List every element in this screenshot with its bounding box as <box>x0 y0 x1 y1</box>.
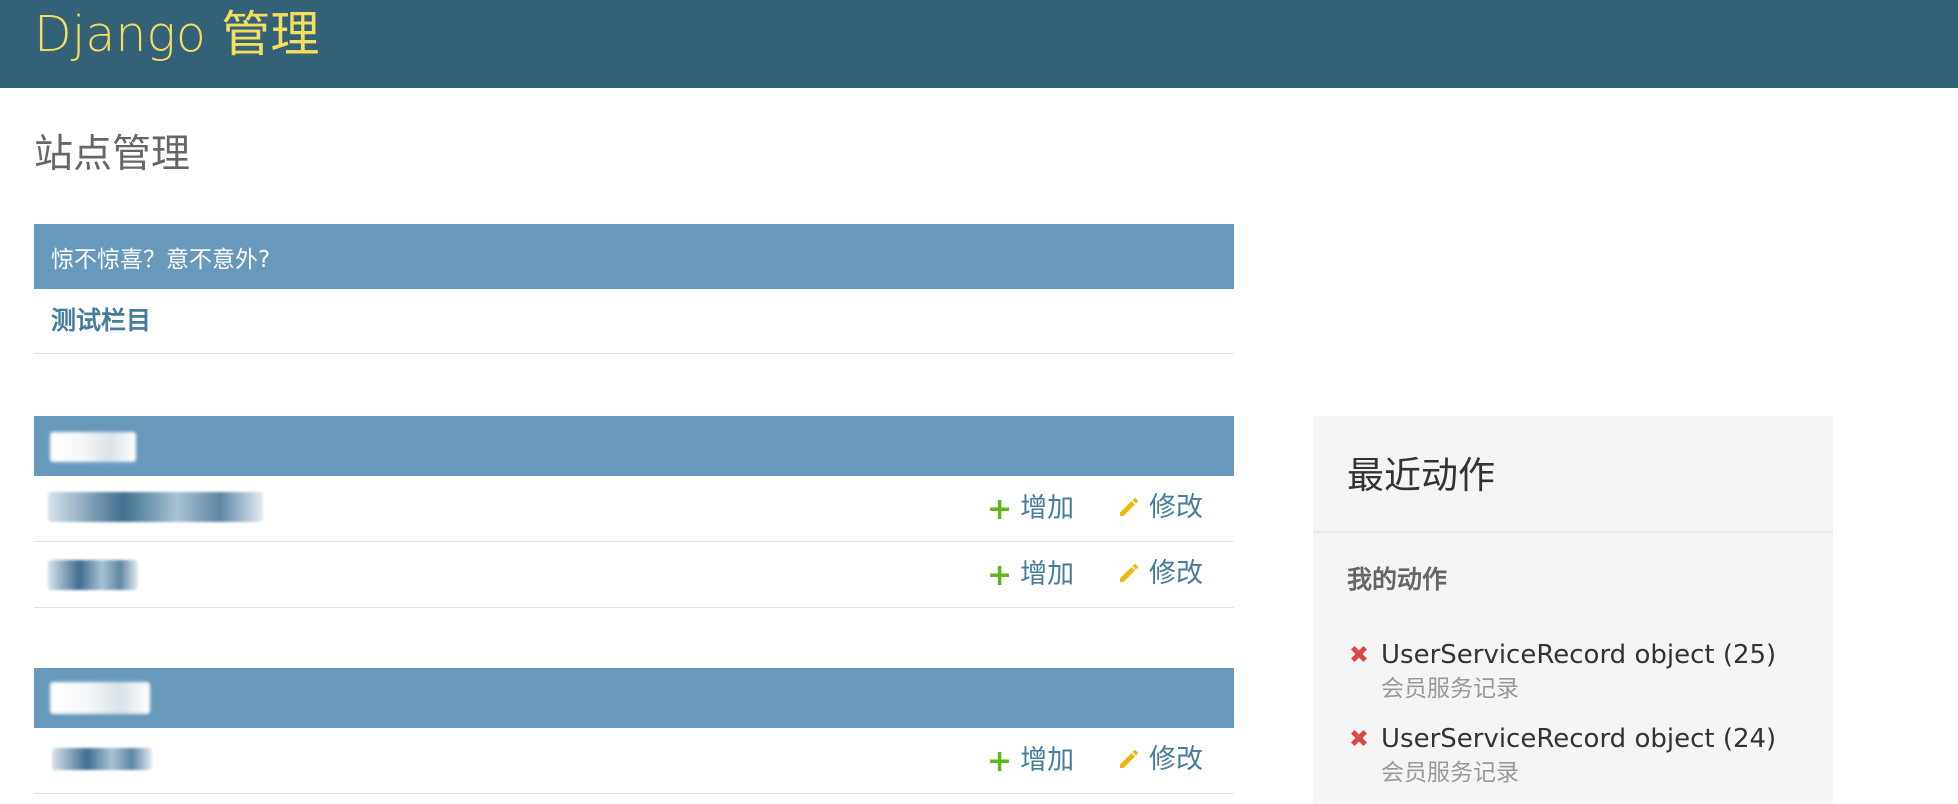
model-link[interactable]: 测试栏目 <box>51 289 151 353</box>
action-item: UserServiceRecord object (25) 会员服务记录 <box>1347 636 1827 706</box>
plus-icon: + <box>987 744 1013 779</box>
model-row: + 增加 修改 <box>34 728 1234 794</box>
my-actions-heading: 我的动作 <box>1347 565 1448 594</box>
divider <box>1313 531 1833 533</box>
app-module-2: + 增加 修改 + 增加 修改 <box>34 416 1234 608</box>
action-content-type: 会员服务记录 <box>1381 760 1519 786</box>
pencil-icon <box>1120 749 1138 768</box>
module-caption[interactable]: 惊不惊喜？意不意外? <box>34 224 1234 289</box>
module-caption[interactable] <box>34 668 1234 728</box>
app-module-3: + 增加 修改 <box>34 668 1234 804</box>
model-row: + 增加 修改 <box>34 542 1234 608</box>
redacted-caption <box>50 432 136 462</box>
model-row: + 增加 修改 <box>34 476 1234 542</box>
redacted-model-name <box>48 492 263 522</box>
page-title: 站点管理 <box>34 132 191 177</box>
pencil-icon <box>1120 497 1138 516</box>
module-caption[interactable] <box>34 416 1234 476</box>
header-bar: Django 管理 <box>0 0 1958 88</box>
action-content-type: 会员服务记录 <box>1381 676 1519 702</box>
action-item: UserServiceRecord object (24) 会员服务记录 <box>1347 720 1827 790</box>
app-module-1: 惊不惊喜？意不意外? 测试栏目 <box>34 224 1234 355</box>
add-link[interactable]: + 增加 <box>987 542 1074 606</box>
recent-actions-panel: 最近动作 我的动作 UserServiceRecord object (25) … <box>1313 416 1833 804</box>
action-object-link[interactable]: UserServiceRecord object (25) <box>1381 636 1776 674</box>
change-link[interactable]: 修改 <box>1117 476 1203 540</box>
plus-icon: + <box>987 558 1013 593</box>
delete-x-icon <box>1351 646 1367 662</box>
add-link[interactable]: + 增加 <box>987 476 1074 540</box>
redacted-model-name <box>48 560 138 590</box>
change-link[interactable]: 修改 <box>1117 542 1203 606</box>
pencil-icon <box>1120 563 1138 582</box>
recent-actions-title: 最近动作 <box>1347 454 1495 497</box>
redacted-caption <box>50 682 150 714</box>
action-object-link[interactable]: UserServiceRecord object (24) <box>1381 720 1776 758</box>
delete-x-icon <box>1351 730 1367 746</box>
redacted-model-name <box>52 748 152 770</box>
add-link[interactable]: + 增加 <box>987 728 1074 792</box>
site-branding[interactable]: Django 管理 <box>34 4 319 66</box>
plus-icon: + <box>987 492 1013 527</box>
change-link[interactable]: 修改 <box>1117 728 1203 792</box>
model-row: 测试栏目 <box>34 289 1234 354</box>
